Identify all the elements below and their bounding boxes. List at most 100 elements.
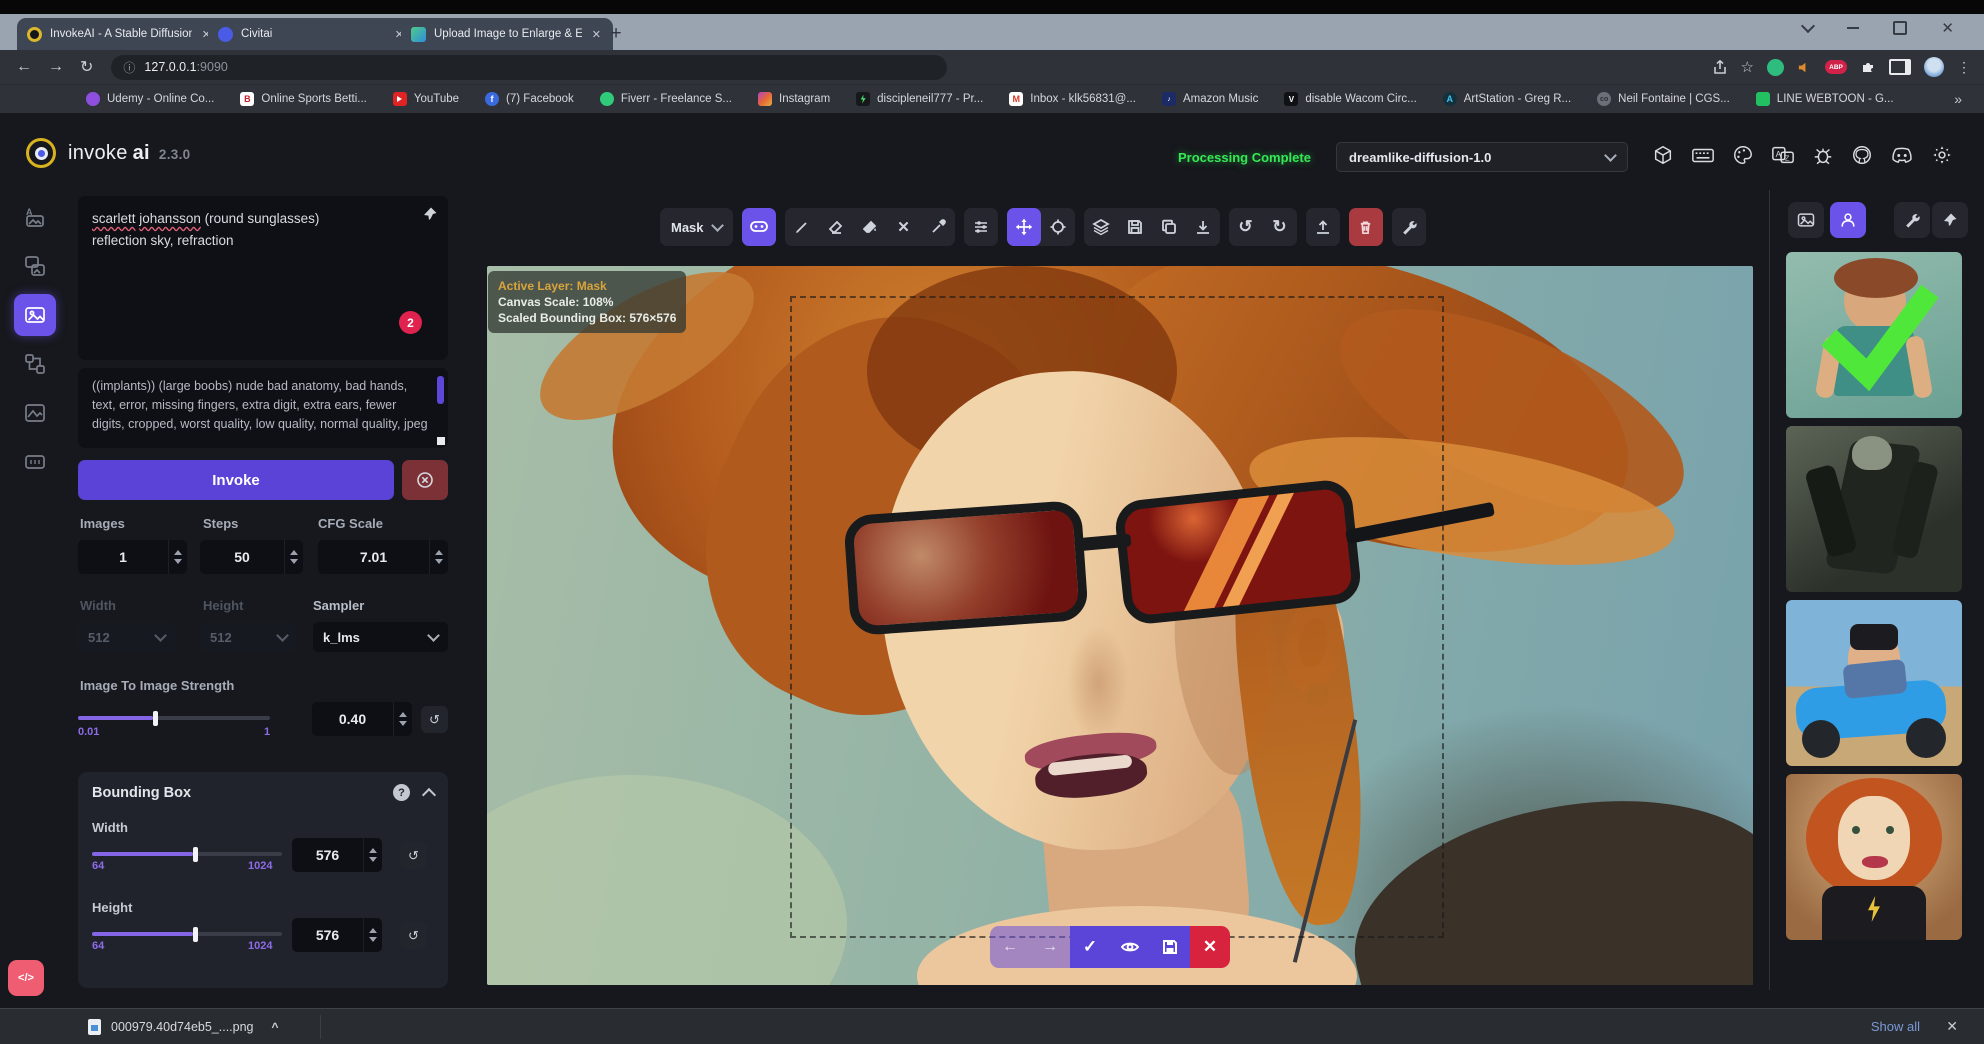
reset-view-button[interactable] (1041, 208, 1075, 246)
resize-handle[interactable] (437, 437, 445, 445)
profile-avatar[interactable] (1924, 57, 1944, 77)
bookmark-star-icon[interactable]: ☆ (1741, 58, 1754, 76)
tab-invokeai[interactable]: InvokeAI - A Stable Diffusion Too ✕ (17, 18, 223, 50)
bookmark-instagram[interactable]: Instagram (758, 92, 830, 106)
images-input[interactable]: 1 (78, 540, 187, 574)
gallery-thumbnail[interactable] (1786, 426, 1962, 592)
gallery-thumbnail[interactable] (1786, 600, 1962, 766)
bbox-width-input[interactable]: 576 (292, 838, 382, 872)
strength-slider[interactable] (78, 716, 270, 720)
adblock-icon[interactable]: ABP (1825, 60, 1847, 74)
bookmark-youtube[interactable]: YouTube (393, 92, 459, 106)
copy-to-clipboard-button[interactable] (1152, 208, 1186, 246)
bbox-width-stepper[interactable] (363, 838, 382, 872)
extensions-puzzle-icon[interactable] (1860, 59, 1876, 75)
bookmark-sports-betting[interactable]: BOnline Sports Betti... (240, 92, 366, 106)
model-manager-cube-icon[interactable] (1652, 144, 1674, 166)
bookmark-wacom[interactable]: Vdisable Wacom Circ... (1284, 92, 1416, 106)
bookmark-amazon-music[interactable]: ♪Amazon Music (1162, 92, 1258, 106)
tab-post-processing[interactable] (14, 392, 56, 434)
bookmark-fiverr[interactable]: Fiverr - Freelance S... (600, 92, 732, 106)
brush-tool[interactable] (785, 208, 819, 246)
window-close-icon[interactable]: ✕ (1941, 19, 1954, 37)
bbox-width-slider[interactable] (92, 852, 282, 856)
merge-layers-button[interactable] (1084, 208, 1118, 246)
share-icon[interactable] (1712, 59, 1728, 75)
previous-image-button[interactable]: ← (990, 926, 1030, 968)
gallery-images-tab[interactable] (1788, 202, 1824, 238)
new-tab-button[interactable]: + (604, 22, 628, 46)
gallery-settings-button[interactable] (1894, 202, 1930, 238)
undo-button[interactable]: ↺ (1229, 208, 1263, 246)
sidebar-toggle-icon[interactable] (1889, 59, 1911, 75)
bookmark-artstation[interactable]: AArtStation - Greg R... (1443, 92, 1571, 106)
download-image-button[interactable] (1186, 208, 1220, 246)
bookmark-neil-fontaine[interactable]: coNeil Fontaine | CGS... (1597, 92, 1730, 106)
bookmarks-overflow-icon[interactable]: » (1954, 91, 1962, 107)
report-bug-icon[interactable] (1812, 144, 1834, 166)
bounding-box-header[interactable]: Bounding Box ? (92, 784, 434, 801)
brush-options-button[interactable] (964, 208, 998, 246)
bbox-height-slider[interactable] (92, 932, 282, 936)
window-menu-icon[interactable] (1801, 19, 1815, 33)
download-menu-caret[interactable]: ^ (272, 1020, 279, 1034)
fill-eraser-tool[interactable] (853, 208, 887, 246)
bbox-width-reset[interactable]: ↺ (400, 842, 427, 869)
next-image-button[interactable]: → (1030, 926, 1070, 968)
mask-tool-button[interactable] (742, 208, 776, 246)
downloads-close-icon[interactable]: ✕ (1946, 1018, 1958, 1035)
bbox-height-stepper[interactable] (363, 918, 382, 952)
volume-extension-icon[interactable] (1797, 60, 1812, 75)
browser-menu-icon[interactable]: ⋮ (1957, 59, 1972, 76)
tab-unified-canvas[interactable] (14, 294, 56, 336)
tab-close-icon[interactable]: ✕ (590, 28, 603, 41)
minimize-icon[interactable] (1847, 27, 1859, 29)
extension-icon[interactable] (1767, 59, 1784, 76)
forward-icon[interactable]: → (48, 58, 64, 76)
colorpicker-tool[interactable] (921, 208, 955, 246)
bounding-box-selection[interactable] (790, 296, 1444, 938)
discord-icon[interactable] (1890, 144, 1914, 166)
maximize-icon[interactable] (1893, 21, 1907, 35)
strength-reset-button[interactable]: ↺ (421, 706, 448, 733)
theme-palette-icon[interactable] (1732, 144, 1754, 166)
back-icon[interactable]: ← (16, 58, 32, 76)
collapse-chevron-icon[interactable] (422, 787, 436, 801)
settings-gear-icon[interactable] (1931, 144, 1953, 166)
bookmark-discipleneil[interactable]: discipleneil777 - Pr... (856, 92, 983, 106)
language-translate-icon[interactable]: AZ (1771, 144, 1795, 166)
bookmark-facebook[interactable]: f(7) Facebook (485, 92, 574, 106)
console-toggle-button[interactable]: </> (8, 960, 44, 996)
gallery-thumbnail[interactable] (1786, 774, 1962, 940)
bookmark-udemy[interactable]: Udemy - Online Co... (86, 92, 214, 106)
show-all-link[interactable]: Show all (1871, 1019, 1920, 1034)
gallery-pin-button[interactable] (1932, 202, 1968, 238)
reload-icon[interactable]: ↻ (80, 57, 93, 77)
bookmark-webtoon[interactable]: LINE WEBTOON - G... (1756, 92, 1894, 106)
height-select[interactable]: 512 (200, 622, 297, 652)
width-select[interactable]: 512 (78, 622, 175, 652)
toggle-visibility-button[interactable] (1110, 926, 1150, 968)
tab-training[interactable] (14, 441, 56, 483)
save-to-gallery-button[interactable] (1118, 208, 1152, 246)
eraser-tool[interactable] (819, 208, 853, 246)
bbox-height-input[interactable]: 576 (292, 918, 382, 952)
accept-button[interactable]: ✓ (1070, 926, 1110, 968)
download-item[interactable]: 000979.40d74eb5_....png ^ (88, 1009, 279, 1044)
gallery-results-tab[interactable] (1830, 202, 1866, 238)
bookmark-inbox[interactable]: MInbox - klk56831@... (1009, 92, 1136, 106)
invoke-button[interactable]: Invoke (78, 460, 394, 500)
scrollbar-thumb[interactable] (437, 376, 444, 404)
tab-nodes[interactable] (14, 343, 56, 385)
strength-stepper[interactable] (393, 702, 412, 736)
upload-image-button[interactable] (1306, 208, 1340, 246)
strength-input[interactable]: 0.40 (312, 702, 412, 736)
help-icon[interactable]: ? (393, 784, 410, 801)
url-bar[interactable]: ⓘ 127.0.0.1:9090 (111, 55, 947, 80)
github-icon[interactable] (1851, 144, 1873, 166)
tab-text-to-image[interactable]: A (14, 196, 56, 238)
tab-civitai[interactable]: Civitai ✕ (208, 18, 416, 50)
site-info-icon[interactable]: ⓘ (123, 59, 135, 76)
save-staging-button[interactable] (1150, 926, 1190, 968)
tab-upload-image[interactable]: Upload Image to Enlarge & Enha ✕ (401, 18, 613, 50)
